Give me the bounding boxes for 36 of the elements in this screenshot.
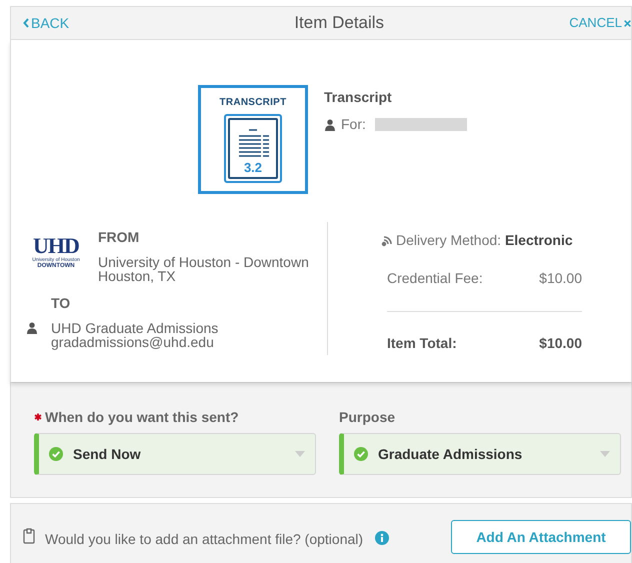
select-field[interactable]: Graduate Admissions [339, 433, 621, 475]
fee-amount: $10.00 [539, 269, 582, 288]
item-name: Transcript [324, 88, 393, 107]
caret-icon [295, 451, 305, 457]
for-label: For: [341, 115, 366, 134]
signal-icon [381, 234, 393, 246]
select-field[interactable]: Send Now [34, 433, 316, 475]
back-link[interactable]: BACK [23, 12, 70, 34]
cancel-link[interactable]: CANCEL [569, 13, 631, 33]
attachment-prompt: Would you like to add an attachment file? (optional) [45, 530, 364, 549]
total-label: Item Total: [387, 334, 457, 353]
chevron-left-icon [23, 18, 29, 28]
logo-mark: UHD [33, 235, 79, 257]
info-icon [375, 531, 390, 545]
window-title: Item Details [294, 12, 384, 34]
add-attachment-button[interactable]: Add An Attachment [451, 520, 631, 554]
recipient-name: UHD Graduate Admissions [51, 321, 218, 335]
check-icon [354, 447, 368, 461]
from-label: FROM [98, 228, 140, 247]
total-amount: $10.00 [539, 334, 582, 353]
check-icon [49, 447, 63, 461]
sender-name: University of Houston - Downtown [98, 255, 309, 269]
close-icon [624, 18, 631, 28]
person-icon [324, 118, 336, 130]
field-label: Purpose [339, 408, 396, 427]
badge-title: TRANSCRIPT [220, 96, 286, 110]
person-icon [26, 322, 38, 334]
fee-label: Credential Fee: [387, 269, 483, 288]
caret-icon [600, 451, 610, 457]
clipboard-icon [23, 528, 35, 544]
sender-location: Houston, TX [98, 269, 177, 283]
badge-version: 3.2 [244, 161, 262, 174]
to-label: TO [51, 294, 72, 313]
recipient-email: gradadmissions@uhd.edu [51, 335, 215, 349]
field-label: When do you want this sent? [45, 408, 239, 427]
delivery-method: Delivery Method: Electronic [396, 231, 573, 250]
